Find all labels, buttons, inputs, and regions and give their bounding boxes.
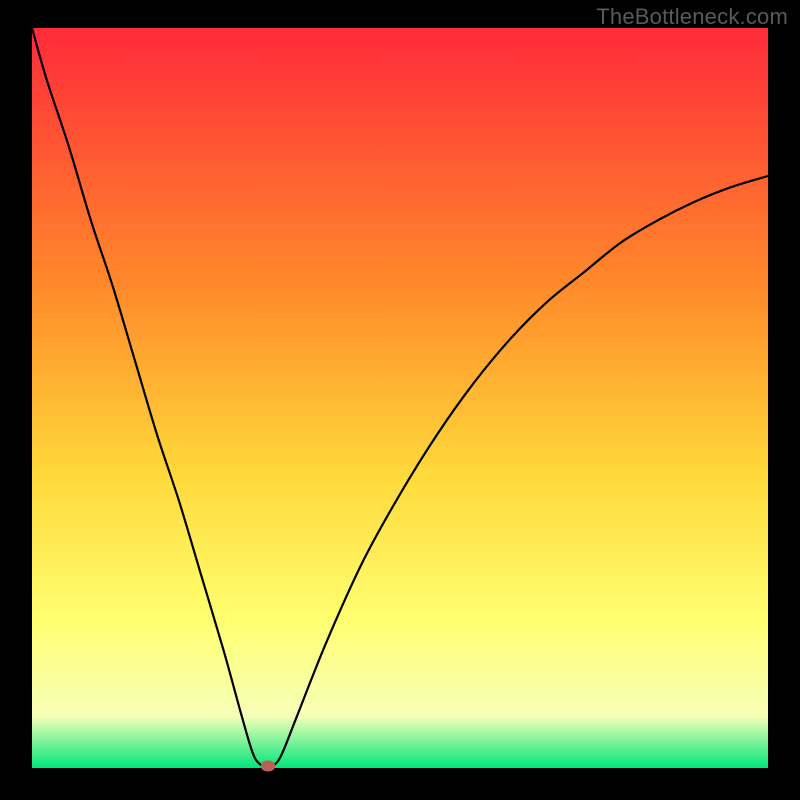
- chart-frame: TheBottleneck.com: [0, 0, 800, 800]
- gradient-rect: [32, 28, 768, 768]
- minimum-marker: [261, 760, 275, 771]
- plot-area: [32, 28, 768, 768]
- watermark-text: TheBottleneck.com: [596, 4, 788, 30]
- gradient-background: [32, 28, 768, 768]
